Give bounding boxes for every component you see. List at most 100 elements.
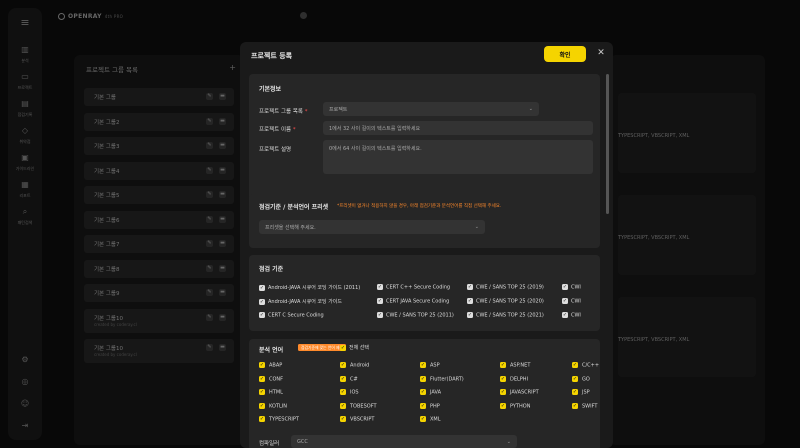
criteria-label: Android-JAVA 시큐어 코딩 가이드 bbox=[268, 299, 342, 305]
project-desc-textarea[interactable]: 0에서 64 사이 길이의 텍스트를 입력하세요. bbox=[323, 140, 593, 174]
languages-tag: 점검기준에 맞는 언어 제공 bbox=[298, 344, 347, 351]
criteria-checkbox[interactable]: ✓ CWE / SANS TOP 25 (2011) bbox=[377, 312, 454, 319]
language-checkbox[interactable]: ✓ DELPHI bbox=[500, 375, 528, 382]
preset-select-placeholder: 프리셋을 선택해 주세요. bbox=[265, 224, 316, 231]
criteria-checkbox[interactable]: ✓ CERT C Secure Coding bbox=[259, 312, 324, 319]
checkbox-checked-icon: ✓ bbox=[420, 402, 426, 409]
language-checkbox[interactable]: ✓ VBSCRIPT bbox=[340, 416, 374, 423]
criteria-label: CWE / SANS TOP 25 (2011) bbox=[386, 312, 454, 319]
language-checkbox[interactable]: ✓ ASP bbox=[420, 362, 440, 369]
criteria-checkbox[interactable]: ✓ CWI bbox=[562, 284, 581, 291]
checkbox-checked-icon: ✓ bbox=[500, 389, 506, 395]
basic-info-title: 기본정보 bbox=[259, 86, 282, 93]
criteria-label: CWE / SANS TOP 25 (2020) bbox=[476, 298, 544, 305]
select-all-checkbox[interactable]: ✓ 전체 선택 bbox=[340, 344, 369, 351]
project-name-placeholder: 1에서 32 사이 길이의 텍스트를 입력하세요 bbox=[329, 125, 421, 132]
language-checkbox[interactable]: ✓ Flutter(DART) bbox=[420, 375, 464, 382]
language-checkbox[interactable]: ✓ ABAP bbox=[259, 362, 282, 369]
criteria-label: CERT JAVA Secure Coding bbox=[386, 298, 450, 305]
criteria-checkbox[interactable]: ✓ CERT C++ Secure Coding bbox=[377, 284, 450, 291]
criteria-label: CERT C Secure Coding bbox=[268, 312, 324, 319]
project-name-input[interactable]: 1에서 32 사이 길이의 텍스트를 입력하세요 bbox=[323, 121, 593, 135]
checkbox-checked-icon: ✓ bbox=[420, 375, 426, 382]
checkbox-checked-icon: ✓ bbox=[562, 312, 568, 318]
checkbox-checked-icon: ✓ bbox=[259, 416, 265, 422]
group-select[interactable]: 프로젝트 ⌄ bbox=[323, 102, 539, 116]
language-label: Flutter(DART) bbox=[430, 376, 464, 382]
criteria-checkbox[interactable]: ✓ Android-JAVA 시큐어 코딩 가이드 (2011) bbox=[259, 284, 360, 291]
project-register-modal: 프로젝트 등록 확인 ✕ 기본정보 프로젝트 그룹 목록 * 프로젝트 ⌄ 프로… bbox=[240, 42, 613, 448]
language-label: JSP bbox=[582, 389, 590, 396]
language-checkbox[interactable]: ✓ IOS bbox=[340, 389, 359, 396]
checkbox-checked-icon: ✓ bbox=[259, 298, 265, 305]
checkbox-checked-icon: ✓ bbox=[340, 362, 346, 368]
checkbox-checked-icon: ✓ bbox=[340, 389, 346, 395]
criteria-checkbox[interactable]: ✓ CWE / SANS TOP 25 (2019) bbox=[467, 284, 544, 291]
checkbox-checked-icon: ✓ bbox=[259, 389, 265, 395]
chevron-down-icon: ⌄ bbox=[506, 438, 511, 445]
language-label: ASP bbox=[430, 362, 440, 369]
language-checkbox[interactable]: ✓ XML bbox=[420, 416, 441, 423]
checkbox-checked-icon: ✓ bbox=[500, 375, 506, 382]
preset-select[interactable]: 프리셋을 선택해 주세요. ⌄ bbox=[259, 220, 485, 234]
group-select-label: 프로젝트 그룹 목록 * bbox=[259, 107, 307, 115]
language-checkbox[interactable]: ✓ SWIFT bbox=[572, 402, 598, 409]
preset-hint: *프리셋이 없거나 적용하지 않을 경우, 아래 점검기준과 분석언어를 직접 … bbox=[337, 204, 502, 209]
criteria-label: CWE / SANS TOP 25 (2021) bbox=[476, 312, 544, 319]
preset-section: 점검기준 / 분석언어 프리셋 *프리셋이 없거나 적용하지 않을 경우, 아래… bbox=[249, 194, 600, 248]
language-checkbox[interactable]: ✓ PYTHON bbox=[500, 402, 530, 409]
criteria-checkbox[interactable]: ✓ Android-JAVA 시큐어 코딩 가이드 bbox=[259, 298, 342, 305]
language-checkbox[interactable]: ✓ TYPESCRIPT bbox=[259, 416, 299, 423]
criteria-title: 점검 기준 bbox=[259, 266, 284, 273]
language-checkbox[interactable]: ✓ KOTLIN bbox=[259, 402, 287, 409]
language-checkbox[interactable]: ✓ C# bbox=[340, 375, 358, 382]
group-select-label-text: 프로젝트 그룹 목록 bbox=[259, 109, 303, 115]
languages-section: 분석 언어 점검기준에 맞는 언어 제공 ✓ 전체 선택 ✓ ABAP ✓ Androi… bbox=[249, 339, 600, 448]
close-icon[interactable]: ✕ bbox=[595, 47, 607, 59]
checkbox-checked-icon: ✓ bbox=[572, 389, 578, 395]
language-checkbox[interactable]: ✓ GO bbox=[572, 375, 590, 382]
language-label: SWIFT bbox=[582, 403, 598, 409]
checkbox-checked-icon: ✓ bbox=[259, 402, 265, 409]
project-name-label: 프로젝트 이름 * bbox=[259, 125, 296, 133]
language-checkbox[interactable]: ✓ C/C++ bbox=[572, 362, 599, 369]
criteria-section: 점검 기준 ✓ Android-JAVA 시큐어 코딩 가이드 (2011) ✓ CE… bbox=[249, 255, 600, 331]
language-label: HTML bbox=[269, 389, 283, 396]
criteria-checkbox[interactable]: ✓ CERT JAVA Secure Coding bbox=[377, 298, 449, 305]
compiler-select[interactable]: GCC ⌄ bbox=[291, 435, 517, 448]
group-select-value: 프로젝트 bbox=[329, 106, 348, 113]
criteria-checkbox[interactable]: ✓ CWI bbox=[562, 298, 581, 305]
language-label: ASP.NET bbox=[510, 362, 531, 369]
checkbox-checked-icon: ✓ bbox=[420, 389, 426, 395]
criteria-label: CWE / SANS TOP 25 (2019) bbox=[476, 284, 544, 291]
criteria-checkbox[interactable]: ✓ CWE / SANS TOP 25 (2020) bbox=[467, 298, 544, 305]
language-checkbox[interactable]: ✓ TOBESOFT bbox=[340, 402, 377, 409]
criteria-checkbox[interactable]: ✓ CWE / SANS TOP 25 (2021) bbox=[467, 312, 544, 319]
language-checkbox[interactable]: ✓ JAVA bbox=[420, 389, 441, 396]
language-checkbox[interactable]: ✓ Android bbox=[340, 362, 369, 369]
select-all-label: 전체 선택 bbox=[349, 345, 369, 351]
confirm-button[interactable]: 확인 bbox=[544, 46, 586, 62]
language-checkbox[interactable]: ✓ PHP bbox=[420, 402, 440, 409]
criteria-checkbox[interactable]: ✓ CWI bbox=[562, 312, 581, 319]
compiler-select-value: GCC bbox=[297, 438, 308, 445]
language-label: TYPESCRIPT bbox=[269, 416, 299, 423]
project-desc-label: 프로젝트 설명 bbox=[259, 147, 292, 153]
language-checkbox[interactable]: ✓ HTML bbox=[259, 389, 283, 396]
language-checkbox[interactable]: ✓ ASP.NET bbox=[500, 362, 530, 369]
preset-title: 점검기준 / 분석언어 프리셋 bbox=[259, 204, 329, 211]
checkbox-checked-icon: ✓ bbox=[377, 312, 383, 318]
checkbox-checked-icon: ✓ bbox=[259, 312, 265, 318]
modal-scrollbar[interactable] bbox=[606, 74, 609, 214]
checkbox-checked-icon: ✓ bbox=[572, 362, 578, 368]
criteria-label: CWI bbox=[571, 298, 581, 305]
language-checkbox[interactable]: ✓ JAVASCRIPT bbox=[500, 389, 539, 396]
language-label: VBSCRIPT bbox=[350, 416, 375, 423]
criteria-label: CWI bbox=[571, 284, 581, 291]
modal-title: 프로젝트 등록 bbox=[251, 52, 293, 60]
language-checkbox[interactable]: ✓ JSP bbox=[572, 389, 590, 396]
checkbox-checked-icon: ✓ bbox=[572, 375, 578, 382]
languages-title: 분석 언어 bbox=[259, 347, 284, 354]
language-checkbox[interactable]: ✓ CONF bbox=[259, 375, 283, 382]
checkbox-checked-icon: ✓ bbox=[500, 402, 506, 409]
